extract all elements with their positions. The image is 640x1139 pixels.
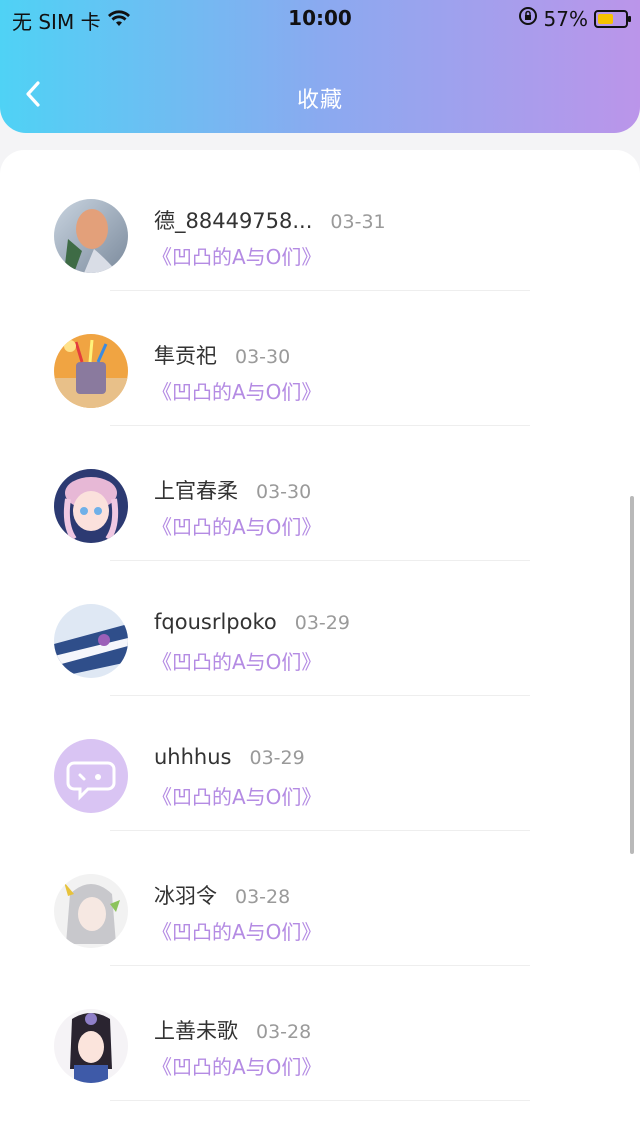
list-item[interactable]: 冰羽令 03-28 《凹凸的A与O们》 [0, 825, 640, 966]
book-title[interactable]: 《凹凸的A与O们》 [152, 646, 321, 675]
battery-icon [594, 9, 631, 28]
user-name: 德_88449758... [154, 209, 313, 233]
list-item[interactable]: 德_88449758... 03-31 《凹凸的A与O们》 [0, 150, 640, 291]
list-item[interactable]: 上善未歌 03-28 《凹凸的A与O们》 [0, 960, 640, 1101]
book-title[interactable]: 《凹凸的A与O们》 [152, 376, 321, 405]
favorite-date: 03-30 [235, 346, 291, 368]
book-title[interactable]: 《凹凸的A与O们》 [152, 241, 321, 270]
user-row: 上善未歌 03-28 [154, 1015, 311, 1045]
avatar[interactable] [54, 604, 128, 678]
page-title: 收藏 [296, 88, 343, 113]
list-item[interactable]: uhhhus 03-29 《凹凸的A与O们》 [0, 690, 640, 831]
favorite-date: 03-29 [294, 612, 350, 634]
user-row: 冰羽令 03-28 [154, 880, 290, 910]
header-bar: 无 SIM 卡 10:00 57% 收藏 [0, 0, 640, 133]
nav-bar: 收藏 [0, 60, 640, 132]
user-name: fqousrlpoko [154, 610, 277, 634]
favorite-date: 03-30 [256, 481, 312, 503]
favorites-list: 德_88449758... 03-31 《凹凸的A与O们》 隼贡祀 03-30 … [0, 150, 640, 1139]
user-name: 上官春柔 [154, 479, 238, 503]
user-name: 冰羽令 [154, 884, 217, 908]
avatar[interactable] [54, 1009, 128, 1083]
avatar[interactable] [54, 469, 128, 543]
rotation-lock-icon [518, 6, 538, 31]
list-item[interactable]: fqousrlpoko 03-29 《凹凸的A与O们》 [0, 555, 640, 696]
divider [110, 1100, 530, 1101]
favorite-date: 03-31 [330, 211, 386, 233]
favorite-date: 03-28 [256, 1021, 312, 1043]
user-row: fqousrlpoko 03-29 [154, 610, 350, 634]
list-item[interactable]: 隼贡祀 03-30 《凹凸的A与O们》 [0, 285, 640, 426]
avatar[interactable] [54, 199, 128, 273]
avatar[interactable] [54, 874, 128, 948]
user-name: uhhhus [154, 745, 232, 769]
book-title[interactable]: 《凹凸的A与O们》 [152, 511, 321, 540]
status-bar: 无 SIM 卡 10:00 57% [0, 0, 640, 36]
battery-percent: 57% [543, 6, 588, 31]
user-row: uhhhus 03-29 [154, 745, 305, 769]
user-row: 德_88449758... 03-31 [154, 205, 386, 235]
book-title[interactable]: 《凹凸的A与O们》 [152, 916, 321, 945]
book-title[interactable]: 《凹凸的A与O们》 [152, 781, 321, 810]
avatar[interactable] [54, 739, 128, 813]
scrollbar[interactable] [630, 496, 634, 854]
book-title[interactable]: 《凹凸的A与O们》 [152, 1051, 321, 1080]
favorite-date: 03-28 [235, 886, 291, 908]
user-name: 上善未歌 [154, 1019, 238, 1043]
user-row: 隼贡祀 03-30 [154, 340, 290, 370]
status-right: 57% [518, 6, 631, 31]
user-row: 上官春柔 03-30 [154, 475, 311, 505]
user-name: 隼贡祀 [154, 344, 217, 368]
avatar[interactable] [54, 334, 128, 408]
list-item[interactable]: 上官春柔 03-30 《凹凸的A与O们》 [0, 420, 640, 561]
favorite-date: 03-29 [249, 747, 305, 769]
